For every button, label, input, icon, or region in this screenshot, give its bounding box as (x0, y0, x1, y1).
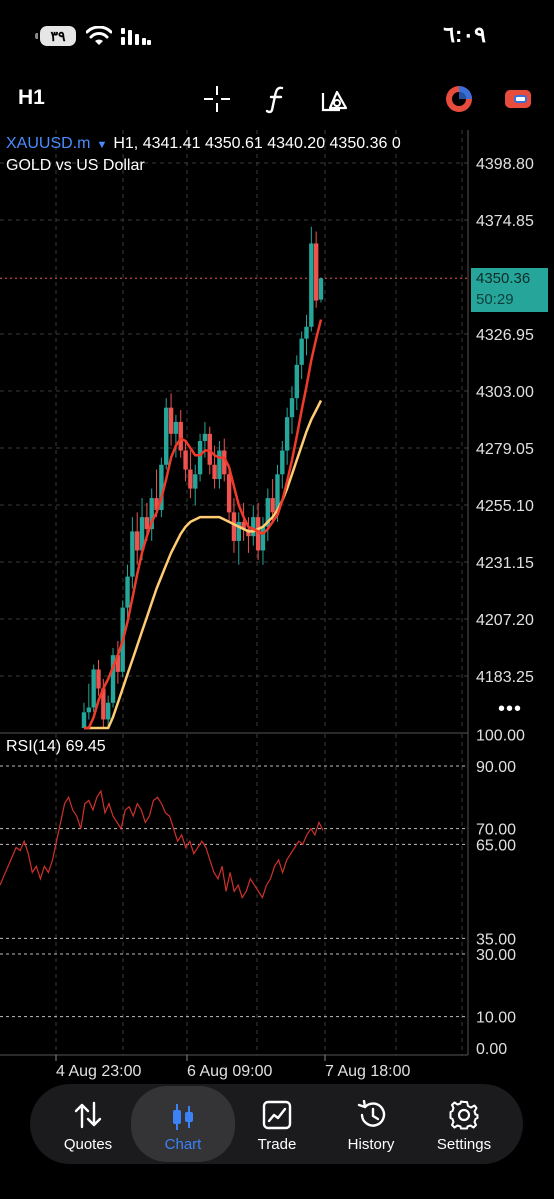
candle-body (318, 278, 324, 300)
status-time: ٦:٠٩ (443, 22, 486, 47)
app-logo-icon[interactable] (444, 84, 474, 114)
objects-icon[interactable] (320, 84, 350, 114)
nav-settings[interactable]: Settings (417, 1084, 511, 1164)
candle-body (217, 450, 222, 480)
candlestick-icon (173, 1104, 193, 1130)
price-tick-label: 4255.10 (476, 498, 534, 515)
rsi-tick-label: 0.00 (476, 1041, 507, 1058)
chart-toolbar: H1 (0, 72, 554, 126)
rsi-tick-label: 70.00 (476, 822, 516, 839)
bar-countdown: 50:29 (476, 291, 514, 308)
candle-body (135, 531, 140, 551)
symbol-description: GOLD vs US Dollar (6, 157, 145, 174)
rsi-tick-label: 100.00 (476, 728, 525, 745)
gear-icon (449, 1100, 479, 1130)
more-options-icon[interactable]: ••• (498, 698, 522, 721)
price-tick-label: 4207.20 (476, 612, 534, 629)
time-tick-label: 4 Aug 23:00 (56, 1063, 142, 1080)
candle-body (309, 243, 314, 327)
battery-level: ٣٩ (50, 28, 66, 44)
candle-body (144, 517, 150, 530)
nav-label: History (347, 1136, 395, 1153)
candle-body (178, 421, 183, 451)
rsi-tick-label: 35.00 (476, 931, 516, 948)
nav-quotes[interactable]: Quotes (41, 1084, 135, 1164)
time-tick-label: 6 Aug 09:00 (187, 1063, 273, 1080)
candle-body (260, 526, 266, 551)
candle-body (212, 464, 217, 480)
candle-body (255, 517, 261, 551)
rsi-tick-label: 30.00 (476, 947, 516, 964)
signal-icon (121, 28, 151, 45)
rsi-label: RSI(14) 69.45 (6, 738, 106, 755)
price-tick-label: 4279.05 (476, 441, 534, 458)
candle-body (183, 450, 188, 470)
nav-chart[interactable]: Chart (131, 1086, 235, 1162)
candle-body (304, 326, 309, 339)
nav-trade[interactable]: Trade (230, 1084, 324, 1164)
history-clock-icon (357, 1100, 386, 1127)
candle-body (197, 440, 203, 475)
battery-icon: ٣٩ (35, 26, 76, 46)
trade-chart-icon (262, 1100, 292, 1130)
candle-body (202, 433, 208, 441)
candle-body (130, 531, 135, 577)
candle-body (173, 421, 179, 434)
candle-body (168, 407, 174, 434)
price-tick-label: 4374.85 (476, 213, 534, 230)
current-price-tag: 4350.36 50:29 (471, 268, 548, 312)
account-icon[interactable] (503, 84, 533, 114)
candle-body (270, 498, 275, 513)
time-tick-label: 7 Aug 18:00 (325, 1063, 411, 1080)
wifi-icon (86, 26, 112, 45)
candle-body (294, 364, 300, 399)
nav-label: Chart (164, 1136, 202, 1153)
bottom-navigation: Quotes Chart Trade History Settings (30, 1084, 523, 1164)
nav-label: Trade (257, 1136, 297, 1153)
candle-body (91, 669, 96, 708)
price-tick-label: 4183.25 (476, 669, 534, 686)
candle-body (105, 702, 111, 720)
ohlc-values: H1, 4341.41 4350.61 4340.20 4350.36 0 (113, 135, 401, 152)
rsi-tick-label: 10.00 (476, 1010, 516, 1027)
candle-body (313, 243, 319, 301)
candle-body (125, 576, 130, 608)
chart-canvas[interactable]: 4398.80 4374.85 4326.95 4303.00 4279.05 4255.… (0, 130, 554, 1090)
candle-body (96, 669, 101, 689)
price-tick-label: 4326.95 (476, 327, 534, 344)
candle-body (299, 338, 304, 365)
candle-body (81, 712, 87, 728)
rsi-tick-label: 90.00 (476, 759, 516, 776)
price-tick-label: 4231.15 (476, 555, 534, 572)
status-bar: ٣٩ ٦:٠٩ (0, 0, 554, 70)
candle-body (226, 474, 232, 513)
candle-body (193, 474, 198, 489)
price-tick-label: 4398.80 (476, 156, 534, 173)
timeframe-button[interactable]: H1 (18, 86, 45, 110)
candle-body (284, 417, 290, 451)
chart-header: XAUUSD.m ▼ H1, 4341.41 4350.61 4340.20 435… (6, 135, 401, 153)
candle-body (164, 407, 169, 465)
candle-body (289, 398, 295, 418)
crosshair-icon[interactable] (202, 84, 232, 114)
price-tick-label: 4303.00 (476, 384, 534, 401)
rsi-tick-label: 65.00 (476, 837, 516, 854)
candle-body (188, 469, 193, 489)
symbol-name[interactable]: XAUUSD.m (6, 135, 90, 152)
candle-body (280, 450, 285, 475)
nav-label: Settings (436, 1136, 492, 1153)
nav-history[interactable]: History (324, 1084, 418, 1164)
candle-body (251, 517, 256, 537)
indicator-f-icon[interactable] (262, 84, 292, 114)
nav-label: Quotes (63, 1136, 113, 1153)
current-price: 4350.36 (476, 270, 531, 287)
quotes-arrows-icon (74, 1101, 102, 1129)
candle-body (86, 707, 92, 713)
candle-body (231, 512, 237, 541)
symbol-dropdown-icon[interactable]: ▼ (96, 139, 107, 151)
